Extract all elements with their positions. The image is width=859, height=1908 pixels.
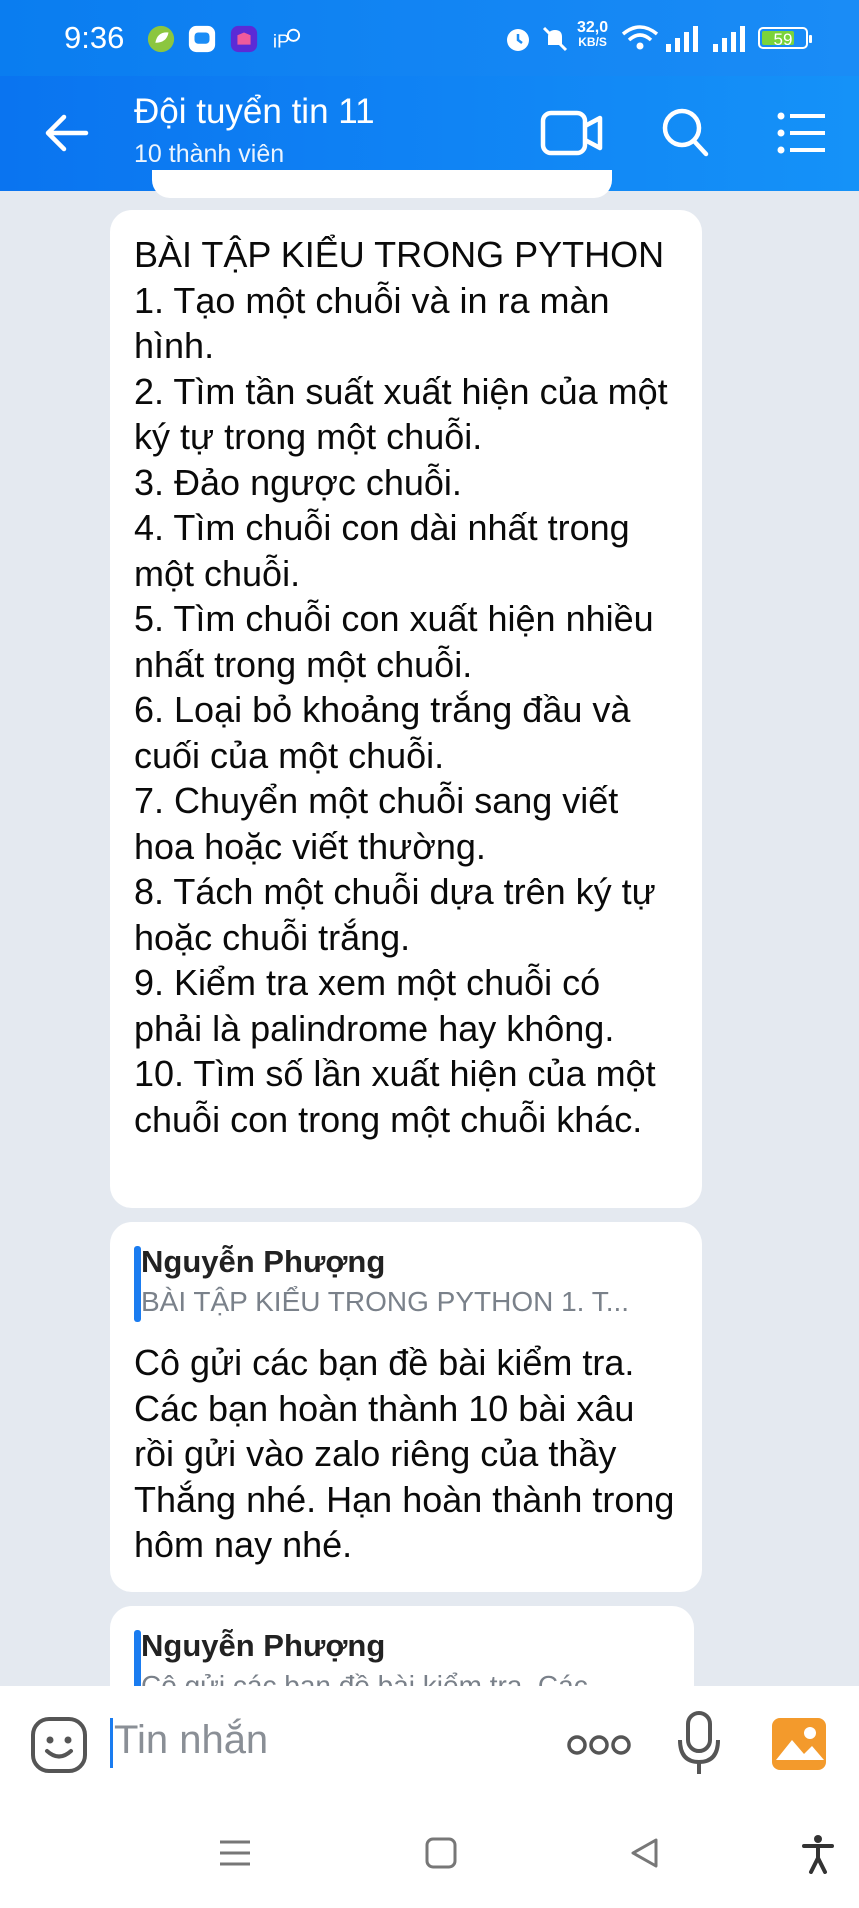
message-text: BÀI TẬP KIỂU TRONG PYTHON 1. Tạo một chu… [134,234,668,1140]
wifi-icon [621,25,659,50]
quote-text: BÀI TẬP KIỂU TRONG PYTHON 1. T... [141,1286,630,1317]
message-bubble[interactable]: BÀI TẬP KIỂU TRONG PYTHON 1. Tạo một chu… [110,210,702,1208]
reply-quote[interactable]: Nguyễn Phượng Cô gửi các bạn đề bài kiểm… [110,1628,670,1686]
status-bar: 9:36 iP 32,0 KB/S 59 [0,0,859,76]
message-bubble[interactable]: Nguyễn Phượng Cô gửi các bạn đề bài kiểm… [110,1606,694,1686]
svg-text:iP: iP [273,30,290,51]
quote-author: Nguyễn Phượng [141,1244,386,1279]
leaf-app-icon [147,25,175,53]
signal-icon [666,26,698,52]
status-time: 9:36 [64,20,125,55]
quote-author: Nguyễn Phượng [141,1628,386,1663]
system-nav-bar [0,1806,859,1908]
back-arrow-icon[interactable] [42,111,90,155]
message-bubble[interactable] [152,170,612,198]
lazada-app-icon [230,25,258,53]
accessibility-icon[interactable] [800,1834,836,1874]
home-icon[interactable] [424,1836,458,1870]
message-input-bar: Tin nhắn [0,1686,859,1806]
text-cursor [110,1718,113,1768]
sticker-icon[interactable] [30,1716,88,1774]
signal-icon [713,26,745,52]
alarm-icon [507,29,529,51]
mute-icon [542,26,568,52]
microphone-icon[interactable] [676,1710,722,1778]
battery-icon: 59 [758,27,812,49]
message-text: Cô gửi các bạn đề bài kiểm tra. Các bạn … [134,1342,675,1565]
reply-quote[interactable]: Nguyễn Phượng BÀI TẬP KIỂU TRONG PYTHON … [110,1244,678,1322]
chat-app-icon [188,25,216,53]
image-icon[interactable] [770,1716,828,1772]
search-icon[interactable] [660,106,710,158]
group-title[interactable]: Đội tuyển tin 11 [134,92,375,132]
recent-apps-icon[interactable] [218,1836,252,1870]
video-call-icon[interactable] [540,108,604,158]
ip-icon: iP [273,28,301,51]
net-speed: 32,0 KB/S [577,19,609,50]
menu-list-icon[interactable] [776,111,828,155]
message-input[interactable]: Tin nhắn [114,1718,268,1763]
quote-text: Cô gửi các bạn đề bài kiểm tra. Các [141,1670,588,1686]
more-icon[interactable] [566,1734,632,1756]
member-count[interactable]: 10 thành viên [134,140,284,169]
message-bubble[interactable]: Nguyễn Phượng BÀI TẬP KIỂU TRONG PYTHON … [110,1222,702,1592]
back-icon[interactable] [628,1836,662,1870]
